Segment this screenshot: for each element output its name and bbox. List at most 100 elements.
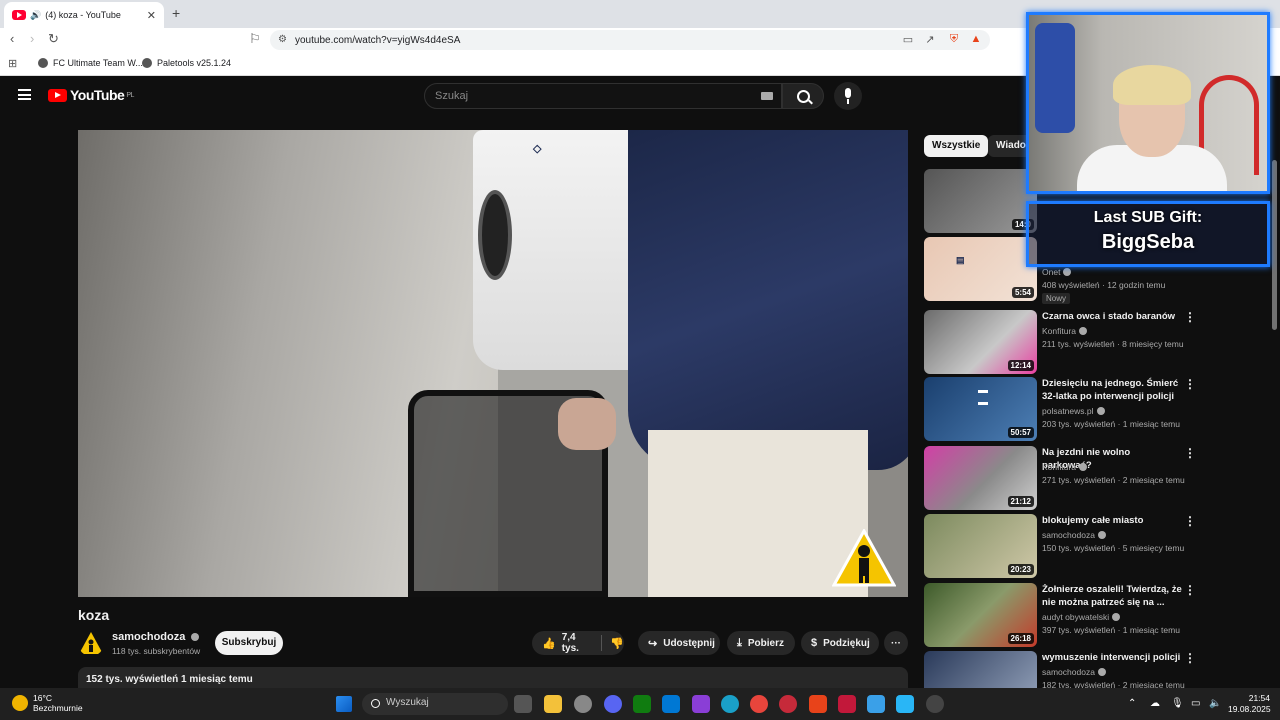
taskbar-search[interactable]: Wyszukaj <box>362 693 508 715</box>
description-meta: 152 tys. wyświetleń 1 miesiąc temu <box>86 674 253 685</box>
media-app-icon[interactable] <box>692 695 710 713</box>
video-thumbnail[interactable] <box>924 651 1037 688</box>
bookmark-label: Paletools v25.1.24 <box>157 58 232 68</box>
tray-chevron-icon[interactable]: ⌃ <box>1128 698 1136 709</box>
like-dislike-group: 👍 7,4 tys. 👎 <box>532 631 624 655</box>
rec-channel-text: samochodoza <box>1042 667 1095 677</box>
channel-name[interactable]: samochodoza <box>112 631 200 643</box>
more-vert-icon[interactable]: ⋮ <box>1184 514 1196 528</box>
scrollbar-thumb[interactable] <box>1272 160 1277 330</box>
video-thumbnail[interactable]: 14:0 <box>924 169 1037 233</box>
video-thumbnail[interactable]: 26:18 <box>924 583 1037 647</box>
webcam-hair <box>1113 65 1191 105</box>
youtube-logo[interactable]: YouTube PL <box>48 87 134 103</box>
speaker-icon[interactable]: 🔊 <box>30 10 41 21</box>
edge-icon[interactable] <box>721 695 739 713</box>
weather-widget[interactable]: 16°C Bezchmurnie <box>12 693 83 713</box>
xbox-icon[interactable] <box>633 695 651 713</box>
video-thumbnail[interactable]: ▤ 5:54 <box>924 237 1037 301</box>
menu-icon[interactable] <box>18 89 31 100</box>
file-explorer-icon[interactable] <box>544 695 562 713</box>
voice-search-icon[interactable] <box>834 82 862 110</box>
list-item[interactable]: 12:14 Czarna owca i stado baranów Konfit… <box>924 310 1264 374</box>
video-thumbnail[interactable]: ▬ ▬ 50:57 <box>924 377 1037 441</box>
rec-meta: 150 tys. wyświetleń · 5 miesięcy temu <box>1042 543 1185 553</box>
rec-title: Żołnierze oszaleli! Twierdzą, że nie moż… <box>1042 584 1182 608</box>
thanks-button[interactable]: $ Podziękuj <box>801 631 879 655</box>
cloud-icon[interactable]: ☁ <box>1150 698 1160 709</box>
video-duration: 26:18 <box>1007 633 1034 644</box>
rec-title: wymuszenie interwencji policji <box>1042 652 1181 663</box>
rec-channel-text: Konfitura <box>1042 326 1077 336</box>
globe-icon <box>38 58 48 68</box>
network-icon[interactable]: ▭ <box>1191 698 1200 709</box>
close-tab-icon[interactable]: ✕ <box>147 9 156 22</box>
like-count[interactable]: 7,4 tys. <box>562 632 592 654</box>
channel-name-text: samochodoza <box>112 631 186 643</box>
video-player[interactable]: ◇ <box>78 130 908 597</box>
subscribe-button[interactable]: Subskrybuj <box>215 631 283 655</box>
brave-icon[interactable] <box>809 695 827 713</box>
steam-icon[interactable] <box>574 695 592 713</box>
list-item[interactable]: 26:18 Żołnierze oszaleli! Twierdzą, że n… <box>924 583 1264 647</box>
more-vert-icon[interactable]: ⋮ <box>1184 583 1196 597</box>
dislike-icon[interactable]: 👎 <box>610 637 624 650</box>
chip-all[interactable]: Wszystkie <box>924 135 989 157</box>
bookmark-paletools[interactable]: Paletools v25.1.24 <box>142 58 231 68</box>
obs-icon[interactable] <box>926 695 944 713</box>
app-icon[interactable] <box>867 695 885 713</box>
back-icon[interactable]: ‹ <box>10 31 14 46</box>
date: 19.08.2025 <box>1228 704 1271 714</box>
more-vert-icon[interactable]: ⋮ <box>1184 651 1196 665</box>
vscode-icon[interactable] <box>662 695 680 713</box>
keyboard-icon[interactable] <box>761 92 773 100</box>
clock[interactable]: 21:54 19.08.2025 <box>1228 693 1271 715</box>
apps-grid-icon[interactable]: ⊞ <box>8 57 17 70</box>
like-icon[interactable]: 👍 <box>542 637 556 650</box>
rec-channel: Konfitura <box>1042 462 1088 472</box>
bookmark-fc-ultimate[interactable]: FC Ultimate Team W... <box>38 58 143 68</box>
video-thumbnail[interactable]: 21:12 <box>924 446 1037 510</box>
cast-icon[interactable]: ▭ <box>901 33 915 47</box>
share-button[interactable]: ↪ Udostępnij <box>638 631 720 655</box>
site-info-icon[interactable]: ⚙ <box>278 34 287 45</box>
more-vert-icon[interactable]: ⋮ <box>1184 310 1196 324</box>
rec-meta: 408 wyświetleń · 12 godzin temu <box>1042 280 1166 290</box>
temperature: 16°C <box>33 693 52 703</box>
url-field[interactable]: ⚙ youtube.com/watch?v=yigWs4d4eSA <box>270 30 990 50</box>
rec-channel-text: Onet <box>1042 267 1061 277</box>
reload-icon[interactable]: ↻ <box>48 31 59 47</box>
rec-title: Dziesięciu na jednego. Śmierć 32-latka p… <box>1042 378 1179 402</box>
url-text: youtube.com/watch?v=yigWs4d4eSA <box>295 34 461 46</box>
rewards-icon[interactable]: ▲ <box>969 33 983 47</box>
more-actions-button[interactable]: ··· <box>884 631 908 655</box>
discord-icon[interactable] <box>604 695 622 713</box>
volume-icon[interactable]: 🔈 <box>1209 698 1221 709</box>
browser-tab[interactable]: 🔊 (4) koza - YouTube ✕ <box>4 2 164 28</box>
list-item[interactable]: ▬ ▬ 50:57 Dziesięciu na jednego. Śmierć 3… <box>924 377 1264 441</box>
more-vert-icon[interactable]: ⋮ <box>1184 446 1196 460</box>
search-button[interactable] <box>782 83 824 109</box>
video-thumbnail[interactable]: 12:14 <box>924 310 1037 374</box>
new-tab-icon[interactable]: + <box>172 5 180 21</box>
app-icon[interactable] <box>896 695 914 713</box>
mic-icon[interactable]: 🎙 <box>1171 698 1184 709</box>
list-item[interactable]: wymuszenie interwencji policji samochodo… <box>924 651 1264 688</box>
chrome-icon[interactable] <box>750 695 768 713</box>
list-item[interactable]: 21:12 Na jezdni nie wolno parkować? Konf… <box>924 446 1264 510</box>
vivaldi-icon[interactable] <box>838 695 856 713</box>
download-button[interactable]: ⤓ Pobierz <box>727 631 795 655</box>
forward-icon[interactable]: › <box>30 31 34 46</box>
more-vert-icon[interactable]: ⋮ <box>1184 377 1196 391</box>
channel-avatar[interactable] <box>78 630 104 656</box>
share-icon[interactable]: ↗ <box>923 33 937 47</box>
task-view-icon[interactable] <box>514 695 532 713</box>
video-thumbnail[interactable]: 20:23 <box>924 514 1037 578</box>
opera-icon[interactable] <box>779 695 797 713</box>
bookmark-icon[interactable]: ⚐ <box>249 31 261 47</box>
list-item[interactable]: 20:23 blokujemy całe miasto samochodoza … <box>924 514 1264 578</box>
search-input[interactable]: Szukaj <box>424 83 782 109</box>
divider <box>601 635 603 651</box>
start-icon[interactable] <box>336 696 352 712</box>
shield-icon[interactable]: ⛨ <box>947 33 961 47</box>
